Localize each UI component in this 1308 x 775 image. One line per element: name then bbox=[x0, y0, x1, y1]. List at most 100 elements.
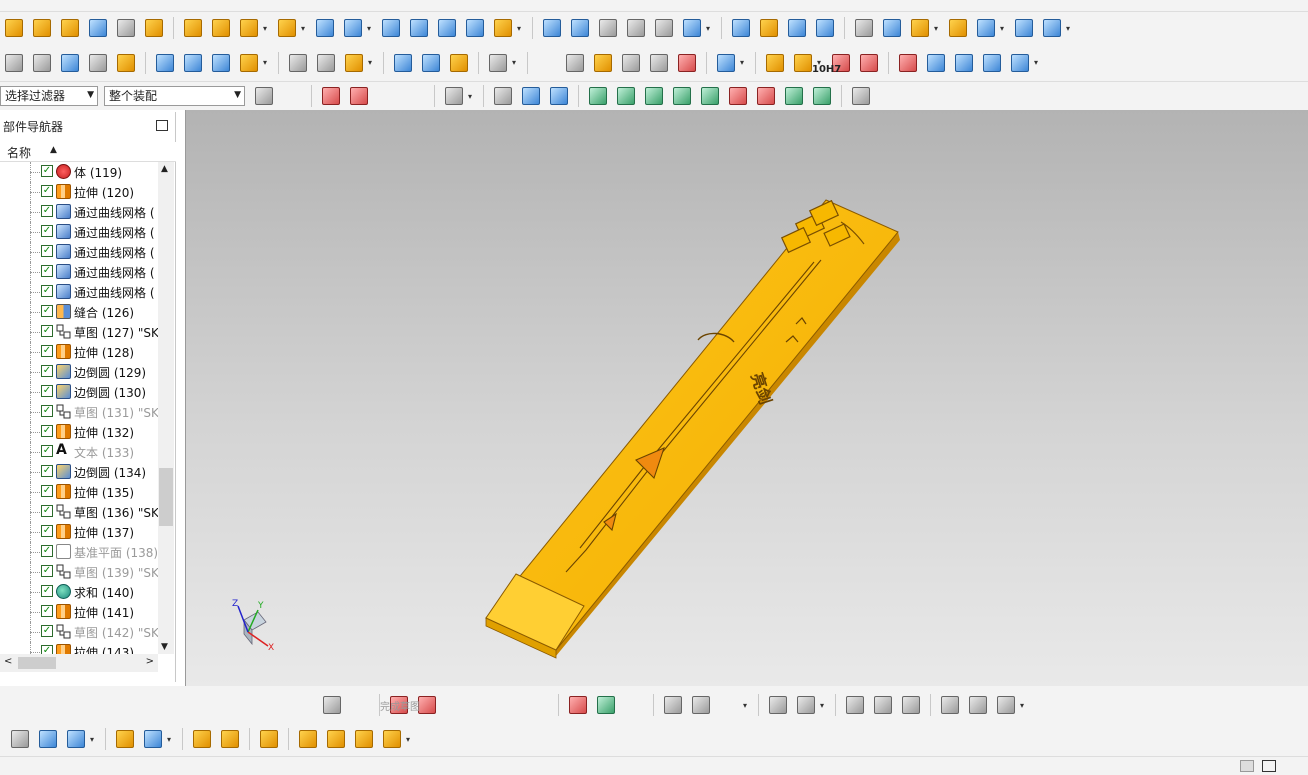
toolbar-button[interactable] bbox=[568, 16, 592, 40]
visibility-checkbox[interactable]: ✓ bbox=[41, 245, 53, 257]
visibility-checkbox[interactable]: ✓ bbox=[41, 185, 53, 197]
toolbar-button[interactable] bbox=[754, 84, 778, 108]
toolbar-button[interactable] bbox=[499, 693, 523, 717]
toolbar-dropdown-arrow-icon[interactable]: ▾ bbox=[1034, 58, 1042, 67]
feature-tree-row[interactable]: ✓ 草图 (136) "SK bbox=[0, 502, 158, 522]
toolbar-button[interactable] bbox=[153, 51, 177, 75]
visibility-checkbox[interactable]: ✓ bbox=[41, 505, 53, 517]
toolbar-button[interactable] bbox=[447, 51, 471, 75]
toolbar-button[interactable] bbox=[314, 51, 338, 75]
toolbar-dropdown-arrow-icon[interactable]: ▾ bbox=[1020, 701, 1028, 710]
toolbar-button[interactable] bbox=[547, 84, 571, 108]
toolbar-button[interactable] bbox=[379, 16, 403, 40]
toolbar-button[interactable] bbox=[348, 693, 372, 717]
toolbar-button[interactable] bbox=[491, 84, 515, 108]
toolbar-button[interactable] bbox=[726, 84, 750, 108]
toolbar-button[interactable] bbox=[1040, 16, 1064, 40]
toolbar-dropdown-arrow-icon[interactable]: ▾ bbox=[820, 701, 828, 710]
toolbar-button[interactable] bbox=[689, 693, 713, 717]
toolbar-button[interactable] bbox=[181, 16, 205, 40]
visibility-checkbox[interactable]: ✓ bbox=[41, 605, 53, 617]
toolbar-button[interactable] bbox=[619, 51, 643, 75]
toolbar-button[interactable] bbox=[324, 727, 348, 751]
toolbar-button[interactable] bbox=[114, 51, 138, 75]
feature-tree-row[interactable]: ✓ 边倒圆 (129) bbox=[0, 362, 158, 382]
toolbar-button[interactable] bbox=[813, 16, 837, 40]
toolbar-dropdown-arrow-icon[interactable]: ▾ bbox=[1000, 24, 1008, 33]
toolbar-button[interactable] bbox=[30, 16, 54, 40]
toolbar-button[interactable] bbox=[675, 51, 699, 75]
toolbar-button[interactable] bbox=[442, 84, 466, 108]
toolbar-button[interactable] bbox=[36, 727, 60, 751]
toolbar-button[interactable] bbox=[113, 727, 137, 751]
toolbar-dropdown-arrow-icon[interactable]: ▾ bbox=[1066, 24, 1074, 33]
toolbar-button[interactable] bbox=[252, 84, 276, 108]
toolbar-button[interactable] bbox=[766, 693, 790, 717]
toolbar-button[interactable] bbox=[443, 693, 467, 717]
toolbar-button[interactable] bbox=[938, 693, 962, 717]
feature-tree-row[interactable]: ✓ 草图 (142) "SK bbox=[0, 622, 158, 642]
toolbar-button[interactable] bbox=[652, 16, 676, 40]
toolbar-button[interactable] bbox=[341, 16, 365, 40]
visibility-checkbox[interactable]: ✓ bbox=[41, 325, 53, 337]
feature-tree-row[interactable]: ✓ 草图 (127) "SK bbox=[0, 322, 158, 342]
toolbar-dropdown-arrow-icon[interactable]: ▾ bbox=[406, 735, 414, 744]
toolbar-button[interactable] bbox=[313, 16, 337, 40]
toolbar-button[interactable] bbox=[86, 16, 110, 40]
toolbar-button[interactable] bbox=[566, 693, 590, 717]
toolbar-button[interactable] bbox=[64, 727, 88, 751]
toolbar-button[interactable] bbox=[680, 16, 704, 40]
toolbar-button[interactable] bbox=[1012, 16, 1036, 40]
toolbar-button[interactable] bbox=[994, 693, 1018, 717]
toolbar-button[interactable] bbox=[86, 51, 110, 75]
toolbar-button[interactable] bbox=[491, 16, 515, 40]
toolbar-button[interactable] bbox=[871, 693, 895, 717]
toolbar-button[interactable] bbox=[782, 84, 806, 108]
toolbar-button[interactable] bbox=[714, 51, 738, 75]
toolbar-button[interactable] bbox=[8, 727, 32, 751]
visibility-checkbox[interactable]: ✓ bbox=[41, 485, 53, 497]
scroll-right-icon[interactable]: > bbox=[146, 656, 154, 667]
visibility-checkbox[interactable]: ✓ bbox=[41, 645, 53, 654]
toolbar-dropdown-arrow-icon[interactable]: ▾ bbox=[743, 701, 751, 710]
toolbar-dropdown-arrow-icon[interactable]: ▾ bbox=[934, 24, 942, 33]
feature-tree-row[interactable]: ✓ 通过曲线网格 ( bbox=[0, 242, 158, 262]
toolbar-dropdown-arrow-icon[interactable]: ▾ bbox=[517, 24, 525, 33]
visibility-checkbox[interactable]: ✓ bbox=[41, 205, 53, 217]
toolbar-button[interactable] bbox=[591, 51, 615, 75]
toolbar-dropdown-arrow-icon[interactable]: ▾ bbox=[367, 24, 375, 33]
feature-tree-row[interactable]: ✓ 拉伸 (135) bbox=[0, 482, 158, 502]
feature-tree-row[interactable]: ✓ 拉伸 (143) bbox=[0, 642, 158, 654]
toolbar-button[interactable] bbox=[974, 16, 998, 40]
toolbar-dropdown-arrow-icon[interactable]: ▾ bbox=[368, 58, 376, 67]
toolbar-button[interactable] bbox=[435, 16, 459, 40]
toolbar-button[interactable] bbox=[966, 693, 990, 717]
visibility-checkbox[interactable]: ✓ bbox=[41, 625, 53, 637]
toolbar-button[interactable] bbox=[535, 51, 559, 75]
toolbar-dropdown-arrow-icon[interactable]: ▾ bbox=[468, 92, 476, 101]
assembly-scope-dropdown[interactable]: 整个装配 ▼ bbox=[104, 86, 245, 106]
toolbar-button[interactable] bbox=[181, 51, 205, 75]
toolbar-button[interactable] bbox=[670, 84, 694, 108]
feature-tree-row[interactable]: ✓ 拉伸 (141) bbox=[0, 602, 158, 622]
toolbar-button[interactable] bbox=[257, 727, 281, 751]
toolbar-button[interactable] bbox=[946, 16, 970, 40]
feature-tree-row[interactable]: ✓ 草图 (131) "SK bbox=[0, 402, 158, 422]
toolbar-button[interactable] bbox=[347, 84, 371, 108]
navigator-column-header[interactable]: 名称 ▲ bbox=[0, 142, 176, 162]
feature-tree-row[interactable]: ✓ 草图 (139) "SK bbox=[0, 562, 158, 582]
visibility-checkbox[interactable]: ✓ bbox=[41, 165, 53, 177]
tolerance-label[interactable]: 10H7 bbox=[812, 64, 841, 75]
visibility-checkbox[interactable]: ✓ bbox=[41, 525, 53, 537]
toolbar-button[interactable] bbox=[757, 16, 781, 40]
toolbar-button[interactable] bbox=[320, 693, 344, 717]
toolbar-button[interactable] bbox=[880, 16, 904, 40]
vertical-scrollbar[interactable]: ▲ ▼ bbox=[158, 162, 174, 654]
visibility-checkbox[interactable]: ✓ bbox=[41, 445, 53, 457]
toolbar-button[interactable] bbox=[218, 727, 242, 751]
toolbar-dropdown-arrow-icon[interactable]: ▾ bbox=[740, 58, 748, 67]
toolbar-button[interactable] bbox=[209, 16, 233, 40]
toolbar-button[interactable] bbox=[486, 51, 510, 75]
toolbar-button[interactable] bbox=[717, 693, 741, 717]
feature-tree-row[interactable]: ✓ 通过曲线网格 ( bbox=[0, 262, 158, 282]
